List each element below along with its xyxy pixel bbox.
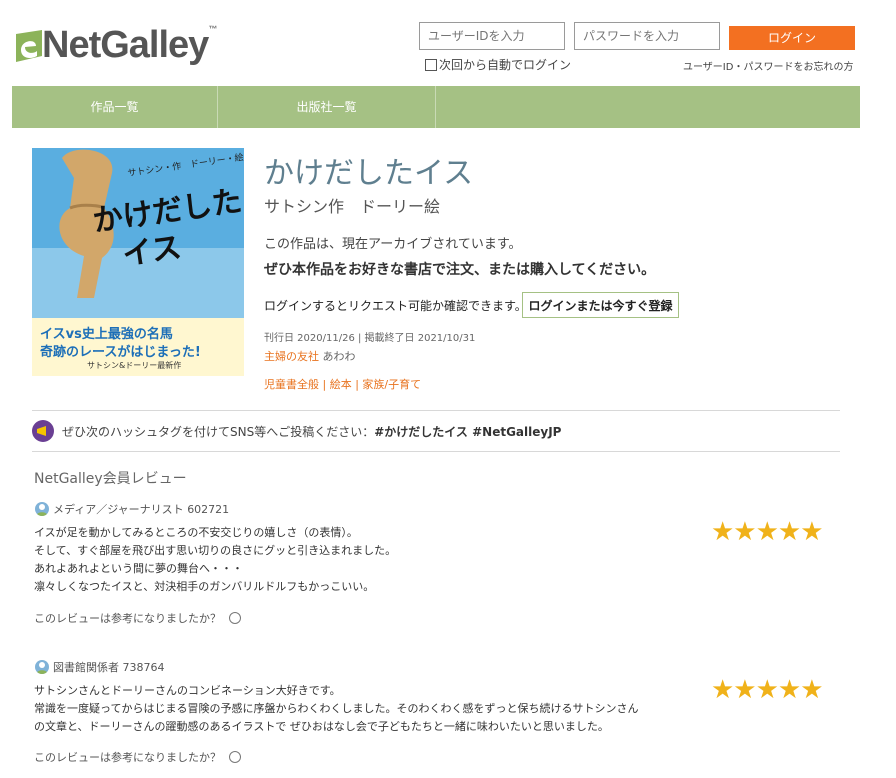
imprint: あわわ — [322, 350, 356, 363]
review-line: あれよあれよという間に夢の舞台へ・・・ — [34, 562, 243, 575]
publisher-line: 主婦の友社 あわわ — [264, 348, 356, 364]
star-rating: ★★★★★ — [711, 675, 824, 705]
login-or-register-button[interactable]: ログインまたは今すぐ登録 — [522, 292, 679, 318]
main-nav: 作品一覧 出版社一覧 — [12, 86, 860, 128]
review-line: イスが足を動かしてみるところの不安交じりの嬉しさ（の表情）。 — [34, 526, 358, 539]
archived-notice: この作品は、現在アーカイブされています。 — [264, 237, 522, 252]
megaphone-icon — [32, 420, 54, 442]
helpful-label: このレビューは参考になりましたか？ — [34, 612, 221, 625]
logo-mark-icon — [16, 30, 42, 62]
book-title: かけだしたイス — [264, 156, 474, 191]
cover-tagline-1: イスvs史上最強の名馬 — [40, 327, 173, 342]
reviewer-type: メディア／ジャーナリスト — [53, 503, 184, 516]
publication-dates: 刊行日 2020/11/26 | 掲載終了日 2021/10/31 — [264, 333, 476, 344]
password-input[interactable] — [574, 22, 720, 50]
publisher-link[interactable]: 主婦の友社 — [264, 350, 319, 363]
login-button[interactable]: ログイン — [729, 26, 855, 50]
nav-item-publishers[interactable]: 出版社一覧 — [218, 86, 436, 128]
user-id-input[interactable] — [419, 22, 565, 50]
star-rating: ★★★★★ — [711, 517, 824, 547]
helpful-prompt: このレビューは参考になりましたか？ — [34, 749, 241, 765]
logo-text: NetGalley™ — [42, 24, 217, 66]
helpful-prompt: このレビューは参考になりましたか？ — [34, 610, 241, 626]
remember-checkbox[interactable] — [425, 58, 437, 71]
review-line: そして、すぐ部屋を飛び出す思い切りの良さにグッと引き込まれました。 — [34, 544, 397, 557]
login-note: ログインするとリクエスト可能か確認できます。 — [264, 299, 527, 313]
review-line: 常識を一度疑ってからはじまる冒険の予感に序盤からわくわくしました。そのわくわく感… — [34, 702, 639, 715]
review-line: 凛々しくなつたイスと、対決相手のガンバリルドルフもかっこいい。 — [34, 580, 375, 593]
forgot-credentials-link[interactable]: ユーザーID・パスワードをお忘れの方 — [683, 58, 853, 73]
remember-label: 次回から自動でログイン — [439, 58, 572, 72]
hashtag-tags: #かけだしたイス #NetGalleyJP — [374, 424, 562, 439]
cover-tagline-3: サトシン&ドーリー最新作 — [87, 361, 182, 370]
hashtag-prompt: ぜひ次のハッシュタグを付けてSNS等へご投稿ください： #かけだしたイス #Ne… — [32, 420, 561, 442]
review-line: の文章と、ドーリーさんの躍動感のあるイラストで ぜひおはなし会で子どもたちと一緒… — [34, 720, 609, 733]
avatar-icon — [35, 660, 49, 674]
helpful-icon[interactable] — [229, 751, 241, 763]
nav-item-titles[interactable]: 作品一覧 — [12, 86, 218, 128]
divider — [32, 451, 840, 452]
divider — [32, 410, 840, 411]
remember-me[interactable]: 次回から自動でログイン — [425, 56, 571, 73]
reviews-heading: NetGalley会員レビュー — [34, 471, 187, 487]
genre-links[interactable]: 児童書全般 | 絵本 | 家族/子育て — [264, 376, 421, 392]
review-body: イスが足を動かしてみるところの不安交じりの嬉しさ（の表情）。 そして、すぐ部屋を… — [34, 524, 396, 596]
reviewer: メディア／ジャーナリスト 602721 — [35, 501, 229, 517]
reviewer-id: 602721 — [187, 502, 230, 516]
reviewer-id: 738764 — [122, 660, 165, 674]
helpful-icon[interactable] — [229, 612, 241, 624]
hashtag-text: ぜひ次のハッシュタグを付けてSNS等へご投稿ください： — [62, 424, 375, 439]
helpful-label: このレビューは参考になりましたか？ — [34, 751, 221, 764]
book-author: サトシン作 ドーリー絵 — [264, 197, 441, 216]
book-cover-image: サトシン・作 ドーリー・絵 かけだした イス イスvs史上最強の名馬 奇跡のレー… — [32, 148, 244, 376]
cover-tagline-2: 奇跡のレースがはじまった! — [40, 345, 201, 360]
avatar-icon — [35, 502, 49, 516]
review-line: サトシンさんとドーリーさんのコンビネーション大好きです。 — [34, 684, 341, 697]
buy-message: ぜひ本作品をお好きな書店で注文、または購入してください。 — [264, 262, 656, 278]
cover-title-line2: イス — [120, 230, 184, 273]
review-body: サトシンさんとドーリーさんのコンビネーション大好きです。 常識を一度疑ってからは… — [34, 682, 638, 736]
reviewer-type: 図書館関係者 — [53, 661, 119, 674]
reviewer: 図書館関係者 738764 — [35, 659, 165, 675]
